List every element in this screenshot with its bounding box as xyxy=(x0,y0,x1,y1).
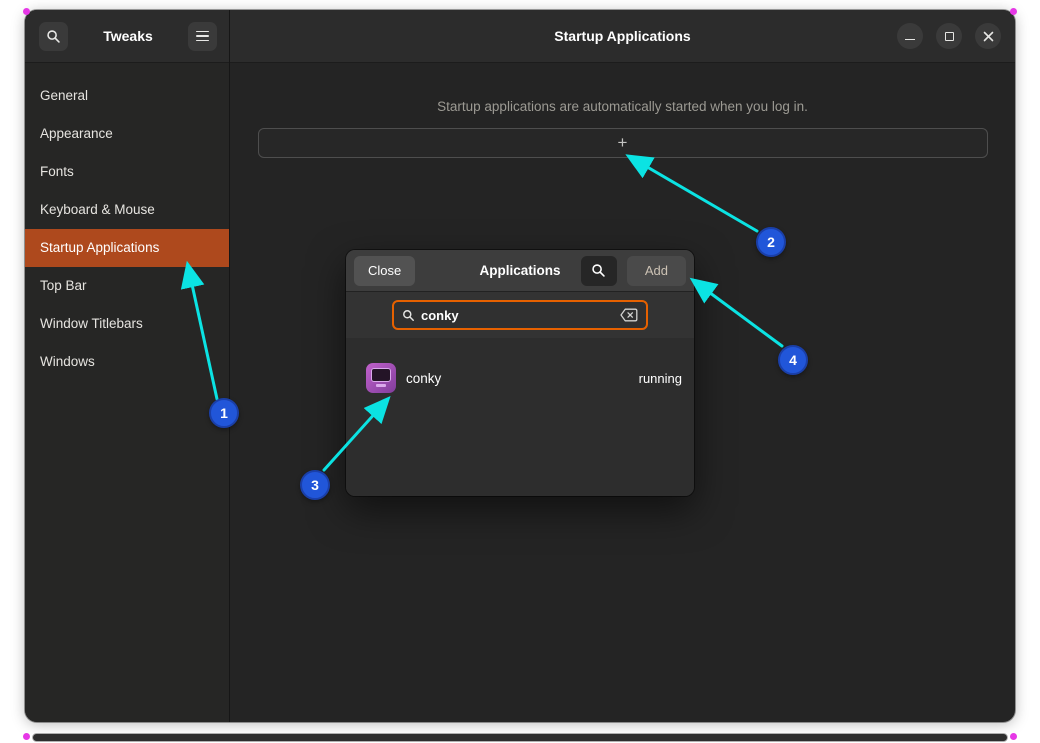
list-item-conky[interactable]: conky running xyxy=(346,350,694,406)
dialog-search-input[interactable] xyxy=(421,308,614,323)
minimize-icon xyxy=(905,39,915,41)
search-icon xyxy=(591,263,606,278)
close-window-button[interactable] xyxy=(975,23,1001,49)
app-title: Tweaks xyxy=(68,28,188,44)
page: Tweaks General Appearance Fonts Keyboard… xyxy=(0,0,1040,743)
corner-marker-bottom-right xyxy=(1010,733,1017,740)
maximize-button[interactable] xyxy=(936,23,962,49)
close-icon xyxy=(983,31,994,42)
search-icon xyxy=(402,309,415,322)
sidebar-item-fonts[interactable]: Fonts xyxy=(25,153,229,191)
clear-backspace-icon[interactable] xyxy=(620,308,638,322)
window-controls xyxy=(897,23,1001,49)
conky-app-icon xyxy=(366,363,396,393)
maximize-icon xyxy=(945,32,954,41)
search-icon xyxy=(46,29,61,44)
dialog-search-row xyxy=(346,292,694,338)
sidebar-item-windows[interactable]: Windows xyxy=(25,343,229,381)
hamburger-icon xyxy=(196,31,209,42)
dialog-search-entry[interactable] xyxy=(392,300,648,330)
corner-marker-bottom-left xyxy=(23,733,30,740)
bottom-edge-bar xyxy=(33,734,1007,741)
dialog-add-button[interactable]: Add xyxy=(627,256,686,286)
corner-marker-top-left xyxy=(23,8,30,15)
sidebar-item-window-titlebars[interactable]: Window Titlebars xyxy=(25,305,229,343)
sidebar-headerbar: Tweaks xyxy=(25,10,229,63)
sidebar: Tweaks General Appearance Fonts Keyboard… xyxy=(25,10,230,722)
dialog-headerbar: Close Applications Add xyxy=(346,250,694,292)
sidebar-nav: General Appearance Fonts Keyboard & Mous… xyxy=(25,63,229,381)
app-name: conky xyxy=(406,371,441,386)
sidebar-item-keyboard-mouse[interactable]: Keyboard & Mouse xyxy=(25,191,229,229)
dialog-app-list: conky running xyxy=(346,338,694,496)
applications-dialog: Close Applications Add xyxy=(346,250,694,496)
plus-icon: + xyxy=(618,133,628,152)
main-headerbar: Startup Applications xyxy=(230,10,1015,63)
sidebar-item-general[interactable]: General xyxy=(25,77,229,115)
sidebar-item-top-bar[interactable]: Top Bar xyxy=(25,267,229,305)
dialog-close-button[interactable]: Close xyxy=(354,256,415,286)
sidebar-search-button[interactable] xyxy=(39,22,68,51)
app-status: running xyxy=(639,371,682,386)
dialog-search-toggle-button[interactable] xyxy=(581,256,617,286)
minimize-button[interactable] xyxy=(897,23,923,49)
dialog-header-actions: Add xyxy=(581,256,686,286)
menu-button[interactable] xyxy=(188,22,217,51)
sidebar-item-appearance[interactable]: Appearance xyxy=(25,115,229,153)
sidebar-item-startup-applications[interactable]: Startup Applications xyxy=(25,229,229,267)
corner-marker-top-right xyxy=(1010,8,1017,15)
add-startup-row-button[interactable]: + xyxy=(258,128,988,158)
startup-apps-description: Startup applications are automatically s… xyxy=(230,99,1015,114)
